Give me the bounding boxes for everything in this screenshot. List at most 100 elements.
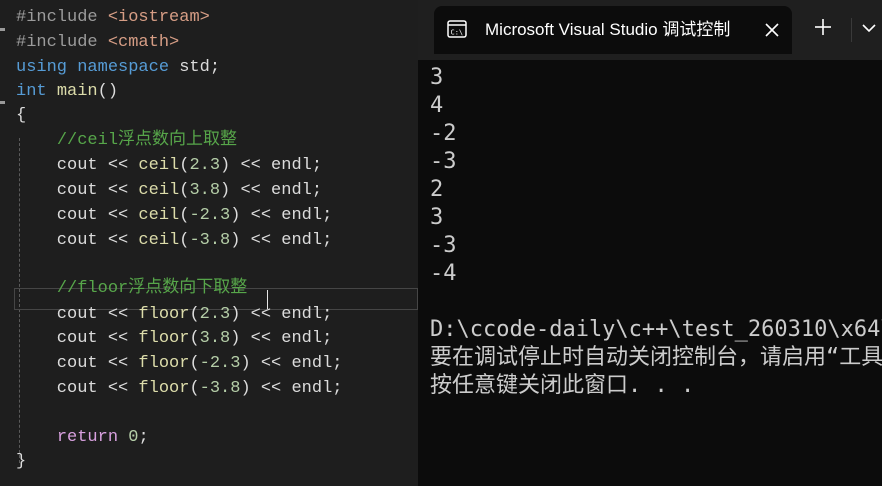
code-token: main xyxy=(56,82,98,101)
code-token: ) << endl; xyxy=(240,354,343,373)
code-line: return 0; xyxy=(16,426,149,450)
code-token: ) << endl; xyxy=(220,181,323,200)
code-token: #include xyxy=(16,8,108,27)
console-app-icon: C:\ xyxy=(447,20,467,38)
gutter-collapse-marker[interactable] xyxy=(0,101,5,104)
code-token: { xyxy=(16,106,27,125)
code-token: ( xyxy=(189,329,200,348)
debug-console-window: C:\ Microsoft Visual Studio 调试控制台 3 4 -2 -3… xyxy=(418,0,882,486)
code-token: cout << xyxy=(16,181,139,200)
code-token: #include xyxy=(16,33,108,52)
code-token: ( xyxy=(189,379,200,398)
code-token: 0 xyxy=(128,428,139,447)
code-token: ) << endl; xyxy=(220,156,323,175)
svg-text:C:\: C:\ xyxy=(451,29,464,37)
code-line: cout << ceil(-2.3) << endl; xyxy=(16,204,332,228)
console-output-line: -2 xyxy=(430,121,457,146)
code-token: std; xyxy=(179,58,221,77)
code-token: cout << xyxy=(16,231,139,250)
code-token: ( xyxy=(179,206,190,225)
console-output-line: D:\ccode-daily\c++\test_260310\x64\Debug… xyxy=(430,317,882,342)
text-caret xyxy=(267,290,268,309)
console-output-line: 4 xyxy=(430,93,444,118)
code-token: floor xyxy=(138,329,190,348)
code-token: //floor浮点数向下取整 xyxy=(56,279,248,298)
code-token: floor xyxy=(138,379,190,398)
code-line: } xyxy=(16,450,26,474)
code-line: { xyxy=(16,104,26,128)
code-token: ) << endl; xyxy=(230,206,333,225)
code-token: ; xyxy=(138,428,149,447)
console-output-line: 3 xyxy=(430,205,444,230)
code-token: cout << xyxy=(16,354,139,373)
code-token: } xyxy=(16,452,27,471)
plus-icon[interactable] xyxy=(814,18,832,36)
code-token: -2.3 xyxy=(199,354,241,373)
code-line: cout << ceil(-3.8) << endl; xyxy=(16,229,332,253)
close-icon[interactable] xyxy=(764,22,780,38)
code-token: ceil xyxy=(138,231,180,250)
code-token: 3.8 xyxy=(189,181,221,200)
code-token: <iostream> xyxy=(107,8,210,27)
code-token: ceil xyxy=(138,181,180,200)
code-token: 3.8 xyxy=(199,329,231,348)
code-line: cout << floor(3.8) << endl; xyxy=(16,327,332,351)
code-token: -3.8 xyxy=(189,231,231,250)
code-token: 2.3 xyxy=(199,305,231,324)
code-line: cout << floor(-2.3) << endl; xyxy=(16,352,343,376)
console-output-line: -3 xyxy=(430,233,457,258)
code-token: cout << xyxy=(16,379,139,398)
console-output-line: -4 xyxy=(430,261,457,286)
code-line: #include <cmath> xyxy=(16,31,179,55)
code-token: using namespace xyxy=(16,58,180,77)
code-line: #include <iostream> xyxy=(16,6,210,30)
console-tab[interactable]: C:\ Microsoft Visual Studio 调试控制台 xyxy=(434,6,792,54)
code-token: floor xyxy=(138,354,190,373)
code-token: () xyxy=(97,82,119,101)
chevron-down-icon[interactable] xyxy=(861,22,877,34)
tab-title: Microsoft Visual Studio 调试控制台 xyxy=(485,20,731,39)
console-output-line: 3 xyxy=(430,65,444,90)
code-line: cout << ceil(3.8) << endl; xyxy=(16,179,322,203)
code-line: cout << floor(2.3) << endl; xyxy=(16,303,332,327)
code-token: cout << xyxy=(16,329,139,348)
code-token: return xyxy=(56,428,129,447)
code-token: int xyxy=(16,82,57,101)
code-line: cout << floor(-3.8) << endl; xyxy=(16,377,343,401)
code-line: //ceil浮点数向上取整 xyxy=(16,129,237,153)
console-output-line: 2 xyxy=(430,177,444,202)
code-token: ceil xyxy=(138,156,180,175)
code-token: ( xyxy=(179,231,190,250)
code-line: using namespace std; xyxy=(16,56,220,80)
code-token: <cmath> xyxy=(107,33,180,52)
code-line: //floor浮点数向下取整 xyxy=(16,277,247,301)
code-token: ceil xyxy=(138,206,180,225)
code-token: floor xyxy=(138,305,190,324)
titlebar-separator xyxy=(851,18,852,42)
code-token: cout << xyxy=(16,156,139,175)
code-token: cout << xyxy=(16,206,139,225)
console-output: 3 4 -2 -3 2 3 -3 -4 D:\ccode-daily\c++\test_2603… xyxy=(430,64,882,400)
console-output-line: -3 xyxy=(430,149,457,174)
code-token: ) << endl; xyxy=(230,305,333,324)
code-editor[interactable]: #include <iostream> #include <cmath> using… xyxy=(0,0,418,486)
code-token: ( xyxy=(189,305,200,324)
code-token: 2.3 xyxy=(189,156,221,175)
code-token: //ceil浮点数向上取整 xyxy=(56,131,238,150)
console-output-line: 要在调试停止时自动关闭控制台，请启用“工具”->“选项”->“调试”->“调试停… xyxy=(430,345,882,370)
code-token: ( xyxy=(179,181,190,200)
code-token: ( xyxy=(179,156,190,175)
code-token: ) << endl; xyxy=(230,329,333,348)
code-token: cout << xyxy=(16,305,139,324)
code-token: -3.8 xyxy=(199,379,241,398)
code-token: ) << endl; xyxy=(230,231,333,250)
console-titlebar: C:\ Microsoft Visual Studio 调试控制台 xyxy=(418,0,882,60)
code-token: ( xyxy=(189,354,200,373)
console-output-line: 按任意键关闭此窗口. . . xyxy=(430,373,695,398)
gutter-collapse-marker[interactable] xyxy=(0,28,5,31)
code-token: ) << endl; xyxy=(240,379,343,398)
